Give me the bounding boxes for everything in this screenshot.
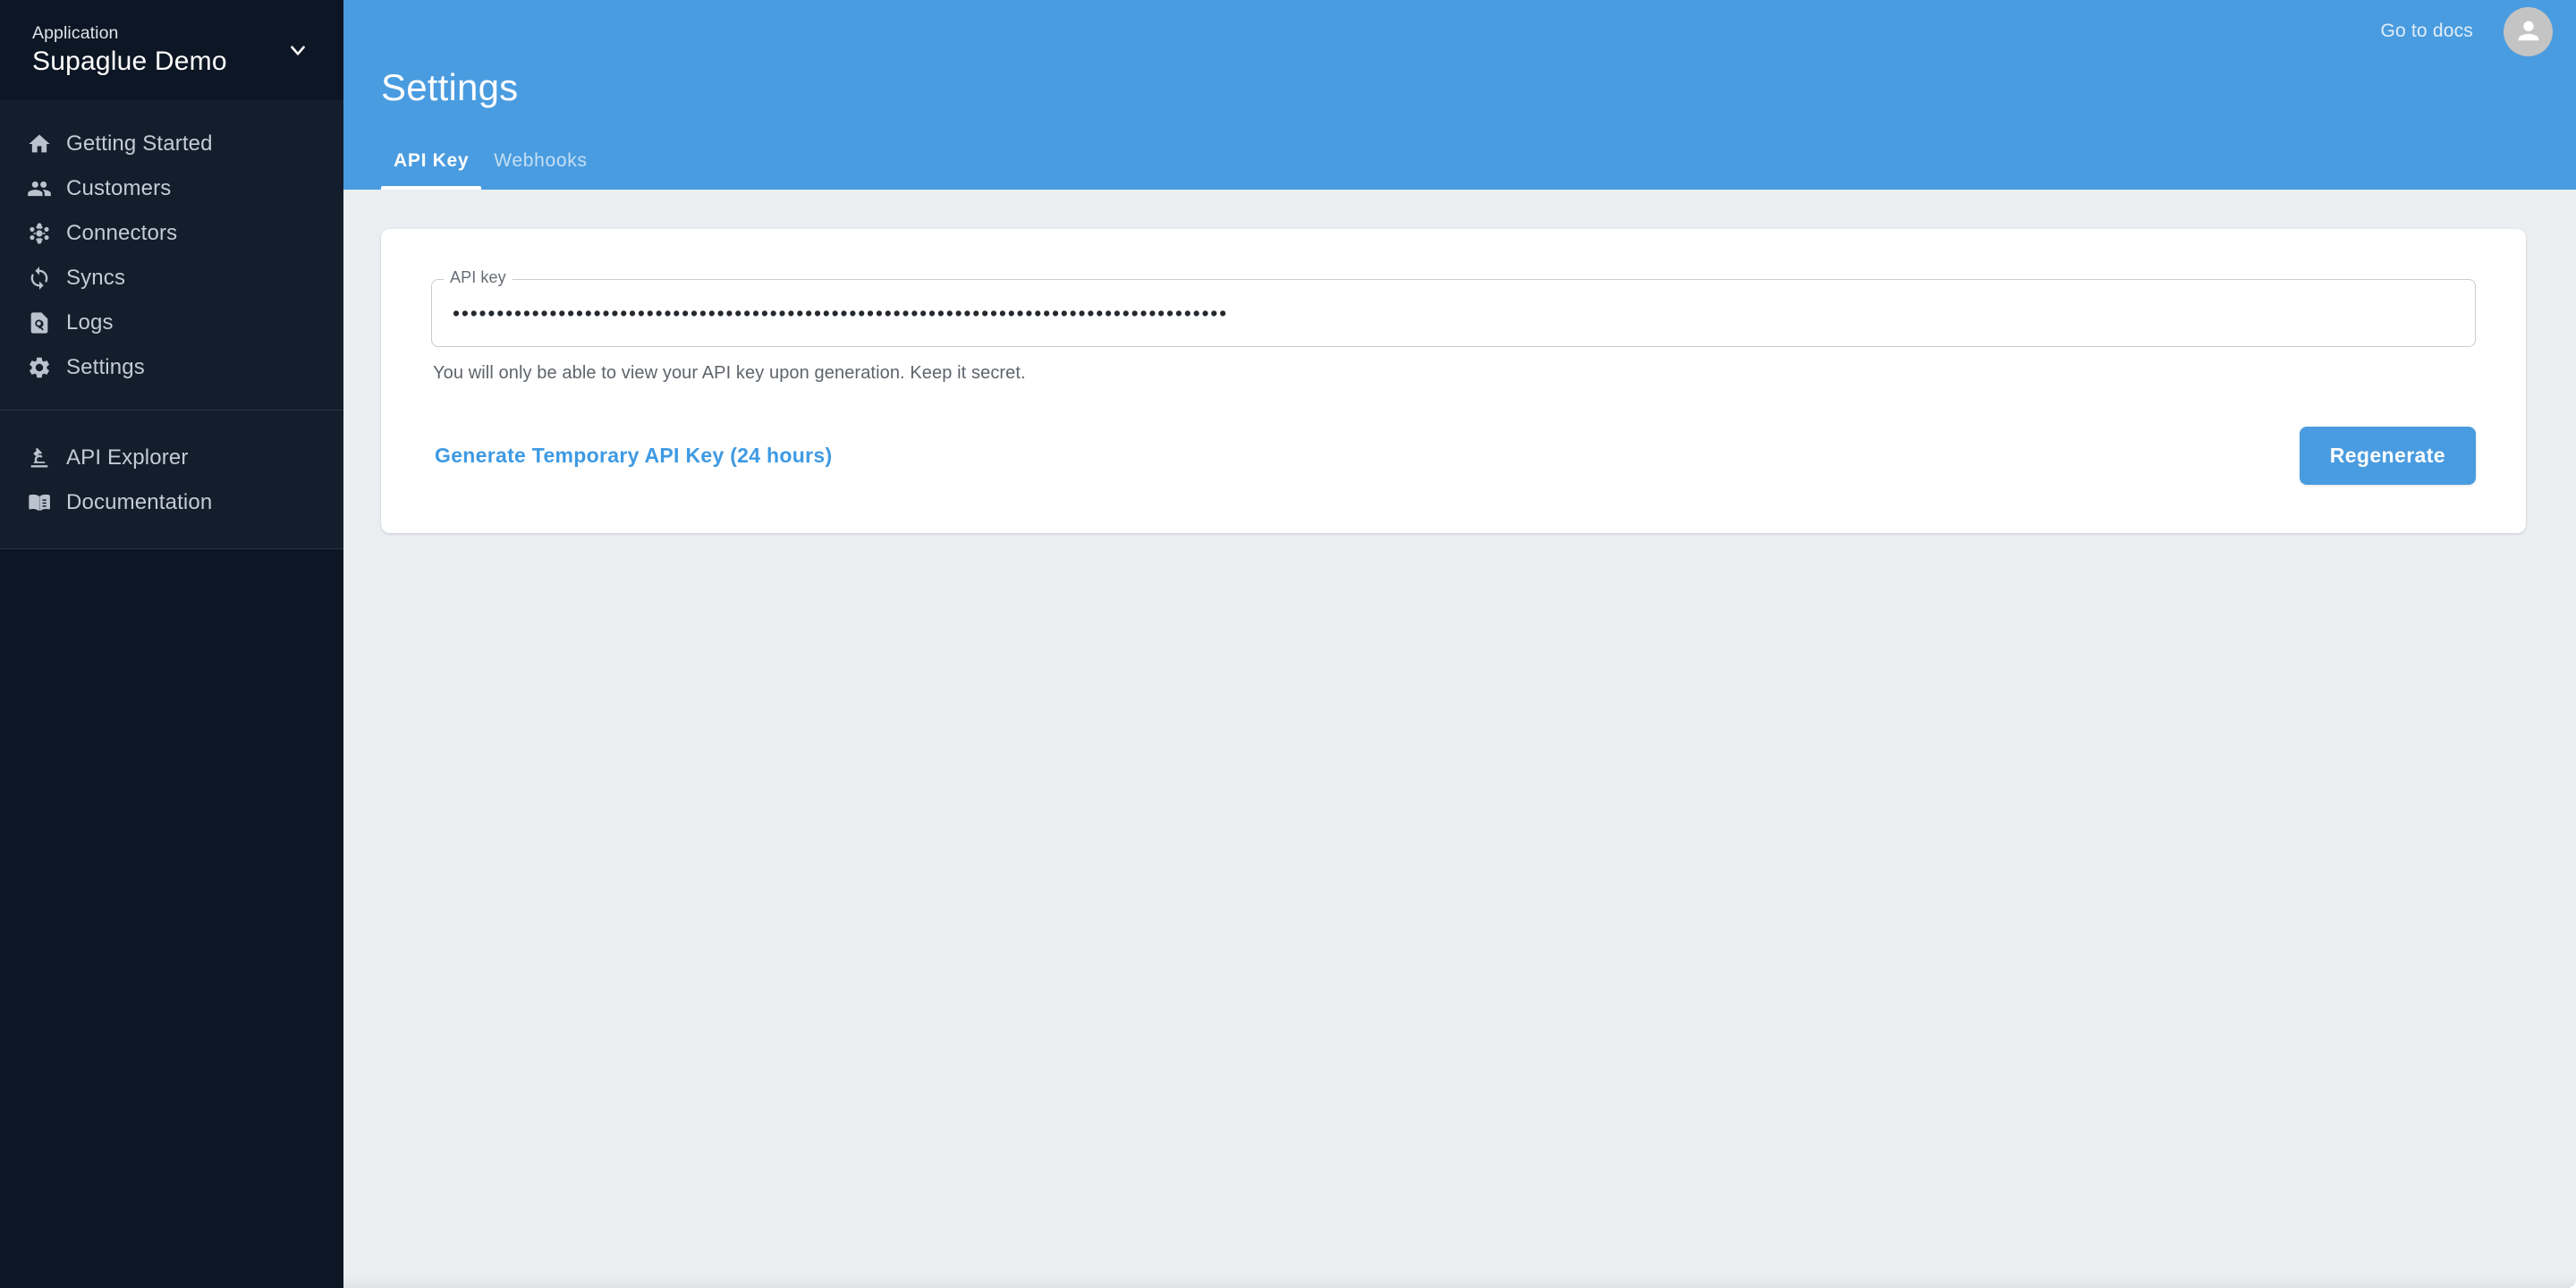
tab-api-key[interactable]: API Key (381, 150, 482, 190)
sidebar-item-syncs[interactable]: Syncs (0, 256, 343, 301)
api-key-helper-text: You will only be able to view your API k… (433, 363, 1026, 383)
home-icon (27, 131, 66, 157)
generate-temporary-api-key-button[interactable]: Generate Temporary API Key (24 hours) (431, 436, 835, 475)
chevron-down-icon[interactable] (283, 35, 313, 65)
api-key-input[interactable]: API key ••••••••••••••••••••••••••••••••… (431, 269, 2476, 347)
page-content: API key ••••••••••••••••••••••••••••••••… (343, 190, 2576, 1288)
header-actions: Go to docs (2380, 0, 2553, 63)
sidebar-item-label: Settings (66, 355, 145, 379)
document-search-icon (27, 310, 66, 335)
sidebar-item-label: Getting Started (66, 131, 213, 156)
microscope-icon (27, 445, 66, 470)
gear-icon (27, 355, 66, 380)
sidebar-item-label: Syncs (66, 266, 126, 290)
application-switcher-texts: Application Supaglue Demo (32, 22, 283, 77)
sidebar-empty-space (0, 549, 343, 1288)
card-actions: Generate Temporary API Key (24 hours) Re… (431, 427, 2476, 485)
application-switcher[interactable]: Application Supaglue Demo (0, 0, 343, 100)
sidebar-item-documentation[interactable]: Documentation (0, 480, 343, 525)
tab-webhooks[interactable]: Webhooks (481, 150, 599, 190)
sidebar: Application Supaglue Demo Getting Starte… (0, 0, 343, 1288)
sidebar-secondary-nav: API Explorer Documentation (0, 411, 343, 549)
sync-icon (27, 266, 66, 291)
sidebar-item-settings[interactable]: Settings (0, 345, 343, 390)
sidebar-item-customers[interactable]: Customers (0, 166, 343, 211)
app-root: Application Supaglue Demo Getting Starte… (0, 0, 2576, 1288)
sidebar-item-label: Customers (66, 176, 172, 200)
main-pane: Go to docs Settings API Key Webhooks API… (343, 0, 2576, 1288)
sidebar-item-label: Connectors (66, 221, 178, 245)
open-book-icon (27, 490, 66, 515)
api-key-card: API key ••••••••••••••••••••••••••••••••… (381, 229, 2526, 533)
person-avatar-icon (2518, 21, 2538, 41)
go-to-docs-link[interactable]: Go to docs (2380, 21, 2473, 42)
people-icon (27, 176, 66, 201)
api-key-value[interactable]: ••••••••••••••••••••••••••••••••••••••••… (453, 279, 2454, 347)
application-name: Supaglue Demo (32, 47, 227, 77)
avatar[interactable] (2504, 6, 2553, 56)
sidebar-item-label: Logs (66, 310, 114, 335)
sidebar-item-connectors[interactable]: Connectors (0, 211, 343, 256)
sidebar-item-api-explorer[interactable]: API Explorer (0, 436, 343, 480)
regenerate-button[interactable]: Regenerate (2299, 427, 2476, 485)
page-header: Go to docs Settings API Key Webhooks (343, 0, 2576, 190)
sidebar-item-logs[interactable]: Logs (0, 301, 343, 345)
hub-icon (27, 221, 66, 246)
sidebar-primary-nav: Getting Started Customers Connectors Syn… (0, 100, 343, 411)
settings-tabs: API Key Webhooks (381, 150, 600, 190)
sidebar-item-label: API Explorer (66, 445, 189, 470)
page-title: Settings (381, 66, 519, 108)
sidebar-item-getting-started[interactable]: Getting Started (0, 122, 343, 166)
application-label: Application (32, 22, 119, 43)
sidebar-item-label: Documentation (66, 490, 213, 514)
